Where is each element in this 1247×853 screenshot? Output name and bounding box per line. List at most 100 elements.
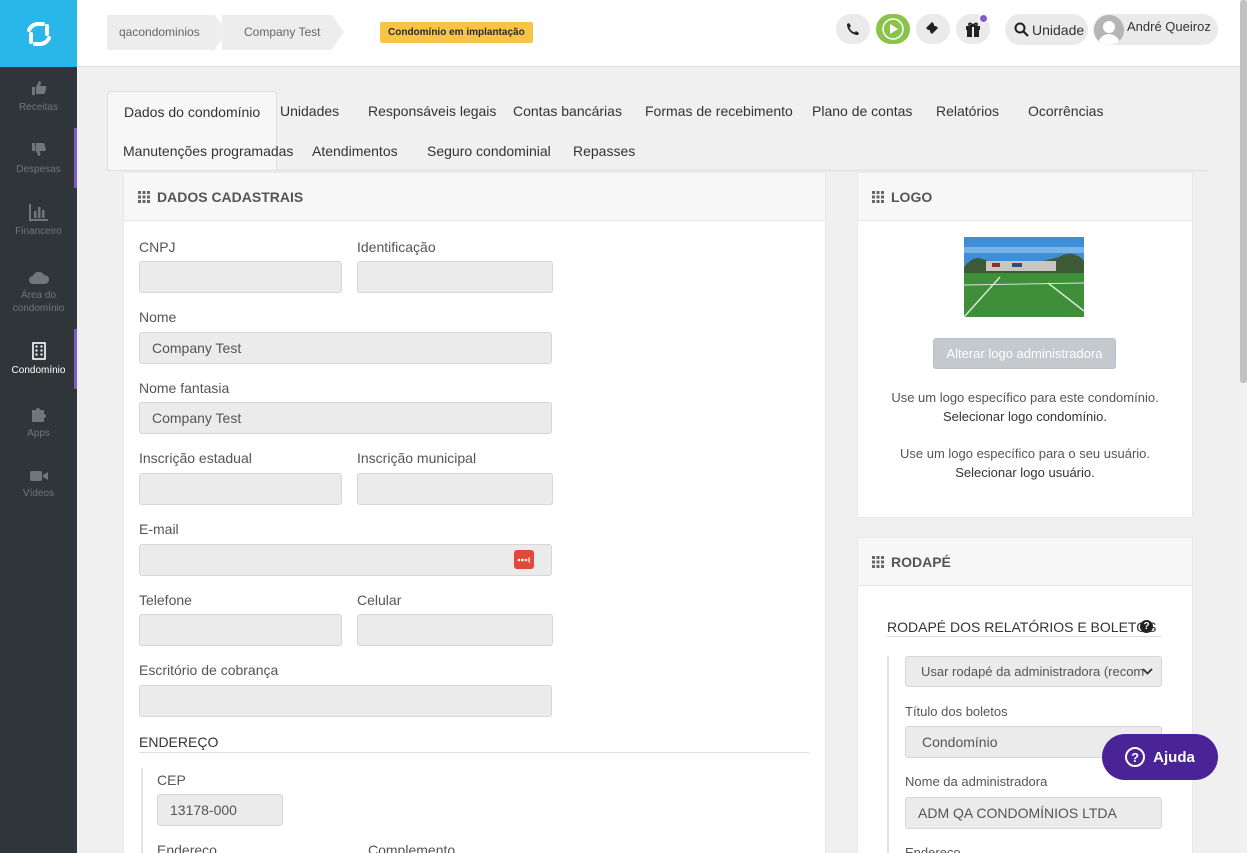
titulo-boletos-label: Título dos boletos	[905, 704, 1008, 719]
notification-dot	[979, 14, 988, 23]
logo-user-text: Use um logo específico para o seu usuári…	[899, 446, 1151, 461]
telefone-input[interactable]	[139, 614, 342, 646]
panel-header: DADOS CADASTRAIS	[124, 173, 825, 221]
bar-chart-icon	[28, 203, 48, 221]
nome-input[interactable]	[139, 332, 552, 364]
nome-label: Nome	[139, 309, 177, 325]
sidebar-item-label: Despesas	[16, 163, 61, 175]
rodape-endereco-label: Endereço	[905, 845, 961, 853]
panel-header: RODAPÉ	[858, 538, 1192, 586]
select-user-logo-link[interactable]: Selecionar logo usuário.	[858, 465, 1192, 480]
nome-administradora-input[interactable]	[905, 797, 1162, 829]
sidebar-item-label: Condomínio	[11, 364, 66, 376]
sidebar-item-label: Receitas	[19, 101, 58, 113]
grid-icon	[872, 555, 884, 568]
select-condominium-logo-link[interactable]: Selecionar logo condomínio.	[858, 409, 1192, 424]
topbar: qacondominios Company Test Condomínio em…	[77, 0, 1240, 67]
sidebar-item-videos[interactable]: Vídeos	[0, 454, 77, 514]
help-button[interactable]: ? Ajuda	[1102, 734, 1218, 780]
panel-title: LOGO	[891, 188, 933, 205]
condominium-logo-image	[964, 237, 1084, 317]
email-label: E-mail	[139, 521, 179, 537]
tab-ocorrencias[interactable]: Ocorrências	[1012, 91, 1119, 131]
cep-input[interactable]	[157, 794, 283, 826]
sidebar-item-financeiro[interactable]: Financeiro	[0, 190, 77, 250]
section-indent-rule	[141, 768, 143, 853]
scrollbar-thumb[interactable]	[1240, 0, 1247, 383]
phone-button[interactable]	[836, 14, 870, 44]
identificacao-label: Identificação	[357, 239, 436, 255]
question-icon: ?	[1125, 747, 1146, 767]
tab-manutencoes-programadas[interactable]: Manutenções programadas	[107, 131, 309, 171]
inscricao-municipal-input[interactable]	[357, 473, 553, 505]
cnpj-label: CNPJ	[139, 239, 176, 255]
rodape-select[interactable]: Usar rodapé da administradora (recom	[905, 656, 1162, 687]
building-icon	[31, 341, 46, 360]
tab-plano-contas[interactable]: Plano de contas	[796, 91, 928, 131]
play-button[interactable]	[876, 14, 910, 44]
sidebar-marker	[74, 329, 77, 389]
nome-fantasia-input[interactable]	[139, 402, 552, 434]
sidebar: Receitas Despesas Financeiro Área do con…	[0, 0, 77, 853]
thumbs-down-icon	[31, 142, 46, 156]
status-badge: Condomínio em implantação	[380, 22, 533, 43]
user-name: André Queiroz	[1127, 19, 1211, 34]
cep-label: CEP	[157, 772, 186, 788]
celular-label: Celular	[357, 592, 402, 608]
puzzle-icon	[31, 407, 46, 422]
panel-header: LOGO	[858, 173, 1192, 221]
change-logo-button[interactable]: Alterar logo administradora	[933, 338, 1116, 369]
cnpj-input[interactable]	[139, 261, 342, 293]
password-manager-icon[interactable]	[514, 550, 534, 569]
ticket-button[interactable]	[916, 14, 950, 44]
inscricao-municipal-label: Inscrição municipal	[357, 450, 477, 466]
tab-unidades[interactable]: Unidades	[264, 91, 355, 131]
identificacao-input[interactable]	[357, 261, 553, 293]
sidebar-item-label: Vídeos	[22, 487, 55, 499]
rodape-subtitle: RODAPÉ DOS RELATÓRIOS E BOLETOS	[887, 619, 1157, 635]
celular-input[interactable]	[357, 614, 553, 646]
panel-title: DADOS CADASTRAIS	[157, 188, 304, 205]
endereco-label: Endereço	[157, 842, 217, 853]
user-menu[interactable]: André Queiroz	[1093, 14, 1218, 45]
logo-condominium-text: Use um logo específico para este condomí…	[891, 390, 1159, 405]
chevron-down-icon	[1142, 668, 1153, 675]
sidebar-item-label: Área do condomínio	[12, 290, 65, 314]
tab-contas-bancarias[interactable]: Contas bancárias	[497, 91, 638, 131]
breadcrumb-item[interactable]: qacondominios	[107, 15, 227, 50]
search-unit-button[interactable]: Unidade	[1005, 14, 1088, 45]
escritorio-cobranca-label: Escritório de cobrança	[139, 662, 279, 678]
inscricao-estadual-input[interactable]	[139, 473, 342, 505]
inscricao-estadual-label: Inscrição estadual	[139, 450, 252, 466]
email-input[interactable]	[139, 544, 552, 576]
sidebar-item-condominio[interactable]: Condomínio	[0, 329, 77, 389]
sidebar-item-area-condominio[interactable]: Área do condomínio	[0, 260, 77, 324]
search-icon	[1014, 22, 1029, 37]
search-unit-label: Unidade	[1032, 21, 1085, 38]
app-logo-icon	[26, 21, 51, 46]
sidebar-item-receitas[interactable]: Receitas	[0, 66, 77, 126]
rodape-select-value: Usar rodapé da administradora (recom	[921, 664, 1145, 679]
gift-icon	[966, 22, 980, 37]
phone-icon	[847, 23, 859, 35]
tab-responsaveis-legais[interactable]: Responsáveis legais	[352, 91, 512, 131]
tab-repasses[interactable]: Repasses	[557, 131, 651, 171]
tabs-divider	[107, 170, 1208, 171]
nome-fantasia-label: Nome fantasia	[139, 380, 230, 396]
tab-atendimentos[interactable]: Atendimentos	[296, 131, 414, 171]
help-circle-icon[interactable]: ?	[1140, 620, 1153, 633]
sidebar-item-label: Apps	[27, 427, 50, 439]
gift-button[interactable]	[956, 14, 990, 44]
thumbs-up-icon	[31, 80, 46, 95]
tab-formas-recebimento[interactable]: Formas de recebimento	[629, 91, 809, 131]
app-logo[interactable]	[0, 0, 77, 67]
tab-relatorios[interactable]: Relatórios	[920, 91, 1015, 131]
grid-icon	[872, 190, 884, 203]
play-icon	[882, 18, 904, 40]
breadcrumb-item[interactable]: Company Test	[222, 15, 344, 50]
tab-seguro-condominial[interactable]: Seguro condominial	[411, 131, 567, 171]
sidebar-item-despesas[interactable]: Despesas	[0, 128, 77, 188]
sidebar-item-apps[interactable]: Apps	[0, 392, 77, 452]
help-label: Ajuda	[1153, 748, 1195, 766]
escritorio-cobranca-input[interactable]	[139, 685, 552, 717]
